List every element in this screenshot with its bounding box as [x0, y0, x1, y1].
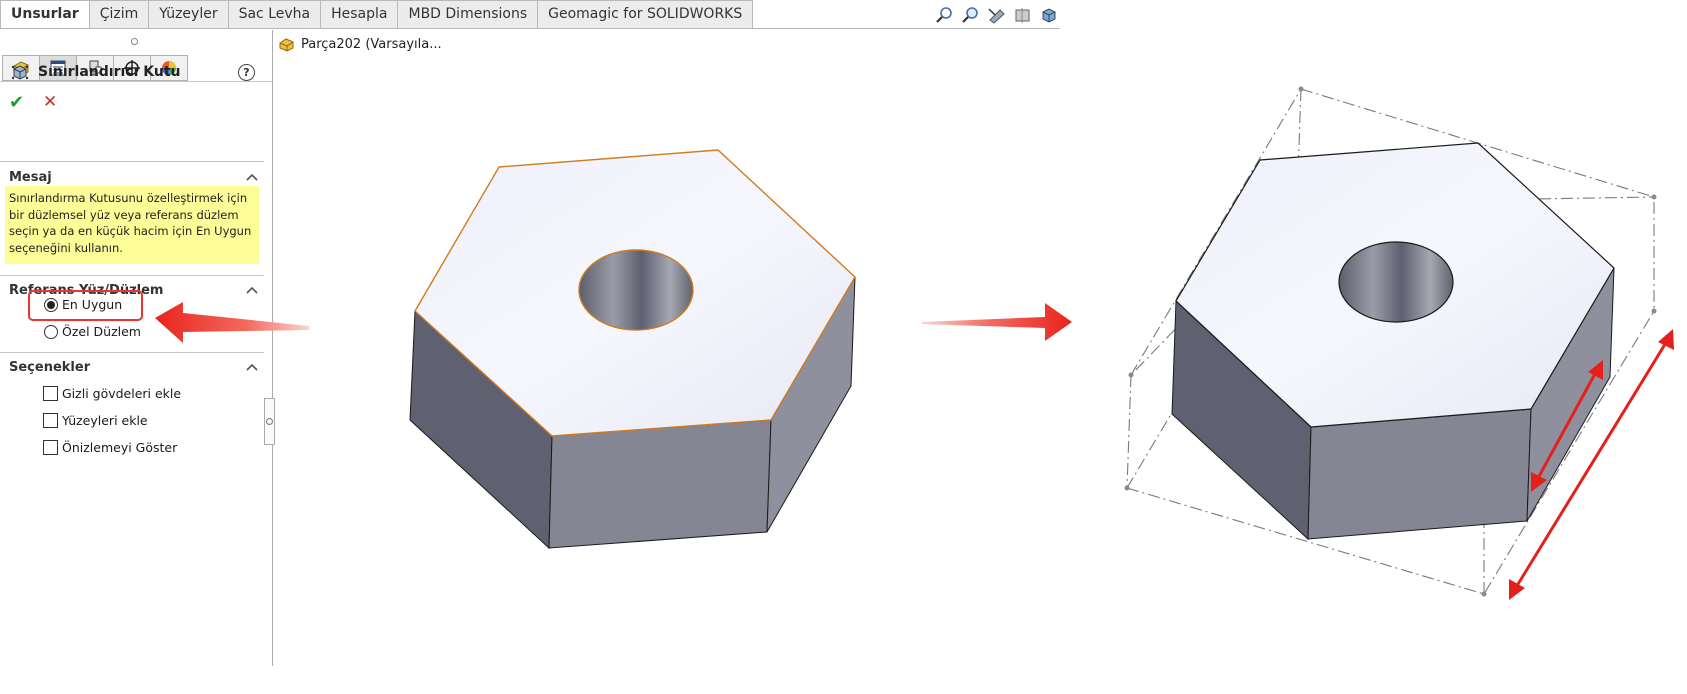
chevron-up-icon[interactable] [246, 362, 258, 372]
tab-cizim[interactable]: Çizim [89, 0, 150, 29]
section-divider [0, 161, 264, 162]
message-line: seçin ya da en küçük hacim için En Uygun [9, 224, 252, 238]
part-name: Parça202 (Varsayıla... [301, 37, 442, 52]
close-icon: ✕ [43, 92, 58, 112]
options-section-title[interactable]: Seçenekler [9, 360, 90, 375]
message-box: Sınırlandırma Kutusunu özelleştirmek içi… [5, 186, 259, 264]
tab-hesapla[interactable]: Hesapla [321, 0, 399, 29]
radio-en-uygun[interactable]: En Uygun [44, 297, 122, 312]
radio-ozel-duzlem[interactable]: Özel Düzlem [44, 324, 141, 339]
checkbox-label: Önizlemeyi Göster [62, 440, 178, 455]
checkbox[interactable] [43, 413, 58, 428]
tab-unsurlar[interactable]: Unsurlar [0, 0, 90, 29]
cancel-button[interactable]: ✕ [43, 92, 57, 112]
property-manager-panel [0, 30, 273, 666]
part-icon [279, 38, 294, 52]
zoom-to-area-icon[interactable] [961, 6, 981, 24]
panel-collapse-handle[interactable] [264, 398, 275, 445]
radio-label: Özel Düzlem [62, 324, 141, 339]
radio-button[interactable] [44, 297, 58, 312]
feature-title: Sınırlandırıcı Kutu [38, 64, 181, 80]
tab-mbd-dimensions[interactable]: MBD Dimensions [398, 0, 539, 29]
bounding-box-icon [11, 65, 29, 80]
radio-label: En Uygun [62, 297, 123, 312]
feature-title-row: Sınırlandırıcı Kutu [10, 62, 181, 82]
tabs-divider [0, 28, 1060, 29]
section-view-icon[interactable] [1013, 6, 1033, 24]
previous-view-icon[interactable] [987, 6, 1007, 24]
message-line: Sınırlandırma Kutusunu özelleştirmek içi… [9, 191, 248, 205]
checkbox-include-surfaces[interactable]: Yüzeyleri ekle [43, 413, 148, 428]
ok-button[interactable]: ✔ [9, 92, 24, 113]
checkbox-label: Yüzeyleri ekle [62, 413, 148, 428]
command-tabs: Unsurlar Çizim Yüzeyler Sac Levha Hesapl… [0, 0, 754, 29]
help-button[interactable]: ? [238, 64, 255, 81]
message-line: seçeneğini kullanın. [9, 240, 123, 255]
dimension-arrows [1509, 329, 1674, 600]
radio-button[interactable] [44, 324, 58, 339]
view-orientation-icon[interactable] [1039, 6, 1059, 24]
view-toolbar [935, 6, 1059, 24]
feature-tree-root[interactable]: Parça202 (Varsayıla... [267, 37, 442, 52]
checkbox-hidden-bodies[interactable]: Gizli gövdeleri ekle [43, 386, 181, 401]
annotation-arrow-right [922, 303, 1072, 341]
checkmark-icon: ✔ [9, 92, 25, 113]
hex-part-model[interactable] [409, 149, 856, 550]
tab-sac-levha[interactable]: Sac Levha [228, 0, 322, 29]
message-line: bir düzlemsel yüz veya referans düzlem [9, 207, 239, 222]
checkbox-label: Gizli gövdeleri ekle [62, 386, 182, 401]
tab-geomagic[interactable]: Geomagic for SOLIDWORKS [538, 0, 754, 29]
checkbox-show-preview[interactable]: Önizlemeyi Göster [43, 440, 177, 455]
checkbox[interactable] [43, 440, 58, 455]
chevron-up-icon[interactable] [246, 285, 258, 295]
zoom-to-fit-icon[interactable] [935, 6, 955, 24]
hex-part-model-boxed[interactable] [1171, 142, 1615, 541]
handle-dot-icon [266, 418, 273, 425]
section-divider [0, 275, 264, 276]
message-section-title[interactable]: Mesaj [9, 170, 52, 185]
tab-yuzeyler[interactable]: Yüzeyler [149, 0, 229, 29]
checkbox[interactable] [43, 386, 58, 401]
chevron-up-icon[interactable] [246, 172, 258, 182]
bounding-box-preview [1124, 86, 1657, 597]
section-divider [0, 352, 264, 353]
panel-grip[interactable] [131, 38, 138, 45]
